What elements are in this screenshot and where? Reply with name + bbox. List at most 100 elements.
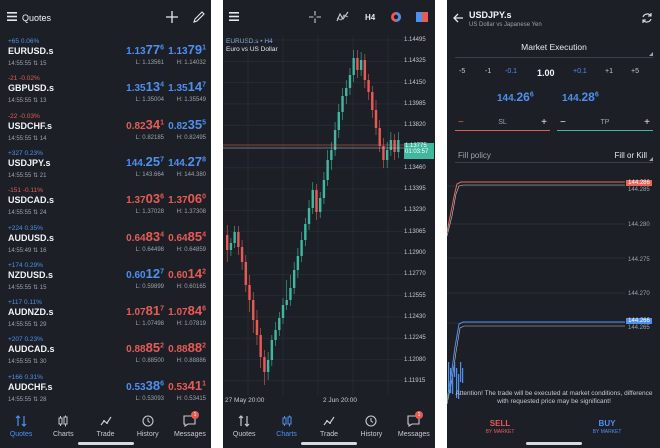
bid-fraction: 4: [160, 81, 164, 89]
quote-symbol: AUDCAD.s: [8, 344, 55, 355]
history-nav-icon: [365, 414, 377, 428]
quote-bid[interactable]: 1.13776: [122, 42, 164, 57]
quote-ask[interactable]: 1.37060: [168, 191, 206, 206]
quote-change: -151 -0.11%: [8, 187, 43, 195]
quote-time: 14:55:55 ⇅ 14: [8, 135, 46, 142]
price-label-bid-bottom: 144.265: [628, 325, 650, 331]
quote-row[interactable]: +327 0.23% USDJPY.s 14:55:55 ⇅ 21 144.257 14…: [0, 148, 211, 185]
trade-screen: USDJPY.s US Dollar vs Japanese Yen Marke…: [447, 0, 660, 448]
bid-prefix: 1.37: [126, 195, 146, 207]
stop-loss-field[interactable]: − SL +: [455, 117, 550, 131]
buy-price-fraction: 6: [594, 91, 599, 99]
quote-time: 14:55:55 ⇅ 30: [8, 358, 46, 365]
quote-bid[interactable]: 0.53386: [122, 378, 164, 393]
quote-symbol: USDCHF.s: [8, 120, 53, 131]
quote-ask[interactable]: 0.64854: [168, 229, 206, 244]
price-axis-label: 1.13460: [404, 164, 426, 171]
quote-ask[interactable]: 0.60142: [168, 266, 206, 281]
quote-bid[interactable]: 0.64834: [122, 229, 164, 244]
quote-ask[interactable]: 0.82355: [168, 117, 206, 132]
bid-pips: 81: [145, 303, 161, 319]
quote-bid[interactable]: 144.257: [122, 154, 164, 169]
quote-row[interactable]: +174 0.29% NZDUSD.s 14:55:55 ⇅ 15 0.60127 0.…: [0, 260, 211, 297]
quote-row[interactable]: +224 0.35% AUDUSD.s 14:55:49 ⇅ 16 0.64834 0.…: [0, 223, 211, 260]
quote-time: 14:55:55 ⇅ 28: [8, 396, 46, 403]
ask-prefix: 1.37: [168, 195, 188, 207]
candle-body: [296, 256, 300, 270]
quote-ask[interactable]: 0.88882: [168, 340, 206, 355]
nav-messages[interactable]: 1 Messages: [393, 410, 435, 448]
nav-quotes-label: Quotes: [232, 431, 256, 438]
bid-pips: 12: [145, 265, 161, 281]
tp-plus-button[interactable]: +: [644, 117, 650, 128]
quote-change: +166 0.31%: [8, 373, 43, 381]
quote-row[interactable]: +207 0.23% AUDCAD.s 14:55:55 ⇅ 30 0.88852 0.…: [0, 334, 211, 371]
quote-ask[interactable]: 144.278: [168, 154, 206, 169]
menu-icon[interactable]: [7, 12, 17, 21]
add-icon[interactable]: [166, 11, 178, 23]
quote-spread: 21: [39, 172, 47, 179]
fill-policy-select[interactable]: Fill policy Fill or Kill: [455, 149, 653, 163]
quote-row[interactable]: -151 -0.11% USDCAD.s 14:55:55 ⇅ 24 1.37036 1…: [0, 185, 211, 222]
nav-messages[interactable]: 1 Messages: [169, 410, 211, 448]
quote-ask[interactable]: 1.35147: [168, 79, 206, 94]
quote-high: H: 0.64859: [176, 246, 206, 253]
buy-button[interactable]: BUY BY MARKET: [564, 419, 650, 441]
candle-body: [363, 60, 367, 80]
volume-value[interactable]: 1.00: [537, 68, 555, 78]
quote-bid[interactable]: 0.88852: [122, 340, 164, 355]
quote-row[interactable]: -22 -0.03% USDCHF.s 14:55:55 ⇅ 14 0.82341 0.…: [0, 111, 211, 148]
edit-icon[interactable]: [193, 11, 205, 23]
quote-bid[interactable]: 0.60127: [122, 266, 164, 281]
quote-ask[interactable]: 0.53411: [168, 378, 206, 393]
sell-button-label: SELL: [489, 419, 511, 428]
candle-body: [337, 112, 340, 130]
time-label-1: 27 May 20:00: [225, 397, 265, 404]
sl-plus-button[interactable]: +: [541, 117, 547, 128]
nav-quotes[interactable]: Quotes: [223, 410, 265, 448]
quote-row[interactable]: +166 0.31% AUDCHF.s 14:55:55 ⇅ 28 0.53386 0.…: [0, 372, 211, 409]
quote-low: L: 0.53093: [135, 395, 164, 402]
volume-step-button[interactable]: +0.1: [573, 68, 587, 75]
quote-bid[interactable]: 0.82341: [122, 117, 164, 132]
quote-bid[interactable]: 1.07817: [122, 303, 164, 318]
bid-prefix: 0.82: [126, 120, 146, 132]
volume-step-button[interactable]: +1: [605, 68, 613, 75]
nav-quotes[interactable]: Quotes: [0, 410, 42, 448]
back-arrow-icon[interactable]: [453, 13, 464, 23]
tick-volume-bar: [454, 362, 456, 377]
candle-body: [233, 232, 236, 243]
volume-step-button[interactable]: -5: [459, 68, 465, 75]
quote-spread: 16: [39, 247, 47, 254]
quote-ask[interactable]: 1.13791: [168, 42, 206, 57]
quote-ask[interactable]: 1.07846: [168, 303, 206, 318]
candle-body: [345, 88, 348, 96]
execution-type-value: Market Execution: [521, 42, 587, 52]
take-profit-field[interactable]: − TP +: [557, 117, 653, 131]
ask-prefix: 0.88: [168, 344, 188, 356]
nav-history-label: History: [360, 431, 383, 438]
candle-body: [281, 305, 285, 318]
quote-row[interactable]: +117 0.11% AUDNZD.s 14:55:55 ⇅ 29 1.07817 1.…: [0, 297, 211, 334]
home-indicator: [301, 442, 357, 445]
quote-row[interactable]: -21 -0.02% GBPUSD.s 14:55:55 ⇅ 13 1.35134 1.…: [0, 73, 211, 110]
volume-step-button[interactable]: -0.1: [505, 68, 517, 75]
volume-step-button[interactable]: -1: [485, 68, 491, 75]
bid-fraction: 7: [160, 156, 164, 164]
nav-charts-label: Charts: [52, 431, 74, 438]
candle-body: [252, 300, 255, 320]
price-label-1: 144.280: [628, 222, 650, 228]
execution-type-select[interactable]: Market Execution: [455, 42, 653, 58]
volume-step-button[interactable]: +5: [631, 68, 639, 75]
sell-button[interactable]: SELL BY MARKET: [457, 419, 543, 441]
quote-bid[interactable]: 1.35134: [122, 79, 164, 94]
quote-bid[interactable]: 1.37036: [122, 191, 164, 206]
tp-label: TP: [600, 119, 610, 126]
quote-row[interactable]: +65 0.06% EURUSD.s 14:55:55 ⇅ 15 1.13776 1.1…: [0, 36, 211, 73]
quote-low: L: 1.07498: [135, 321, 164, 328]
bar-countdown: 01:03:57: [405, 149, 429, 155]
bid-prefix: 0.64: [126, 232, 146, 244]
candle-body: [322, 180, 326, 198]
switch-symbol-icon[interactable]: [641, 12, 653, 24]
candle-body: [300, 240, 303, 256]
